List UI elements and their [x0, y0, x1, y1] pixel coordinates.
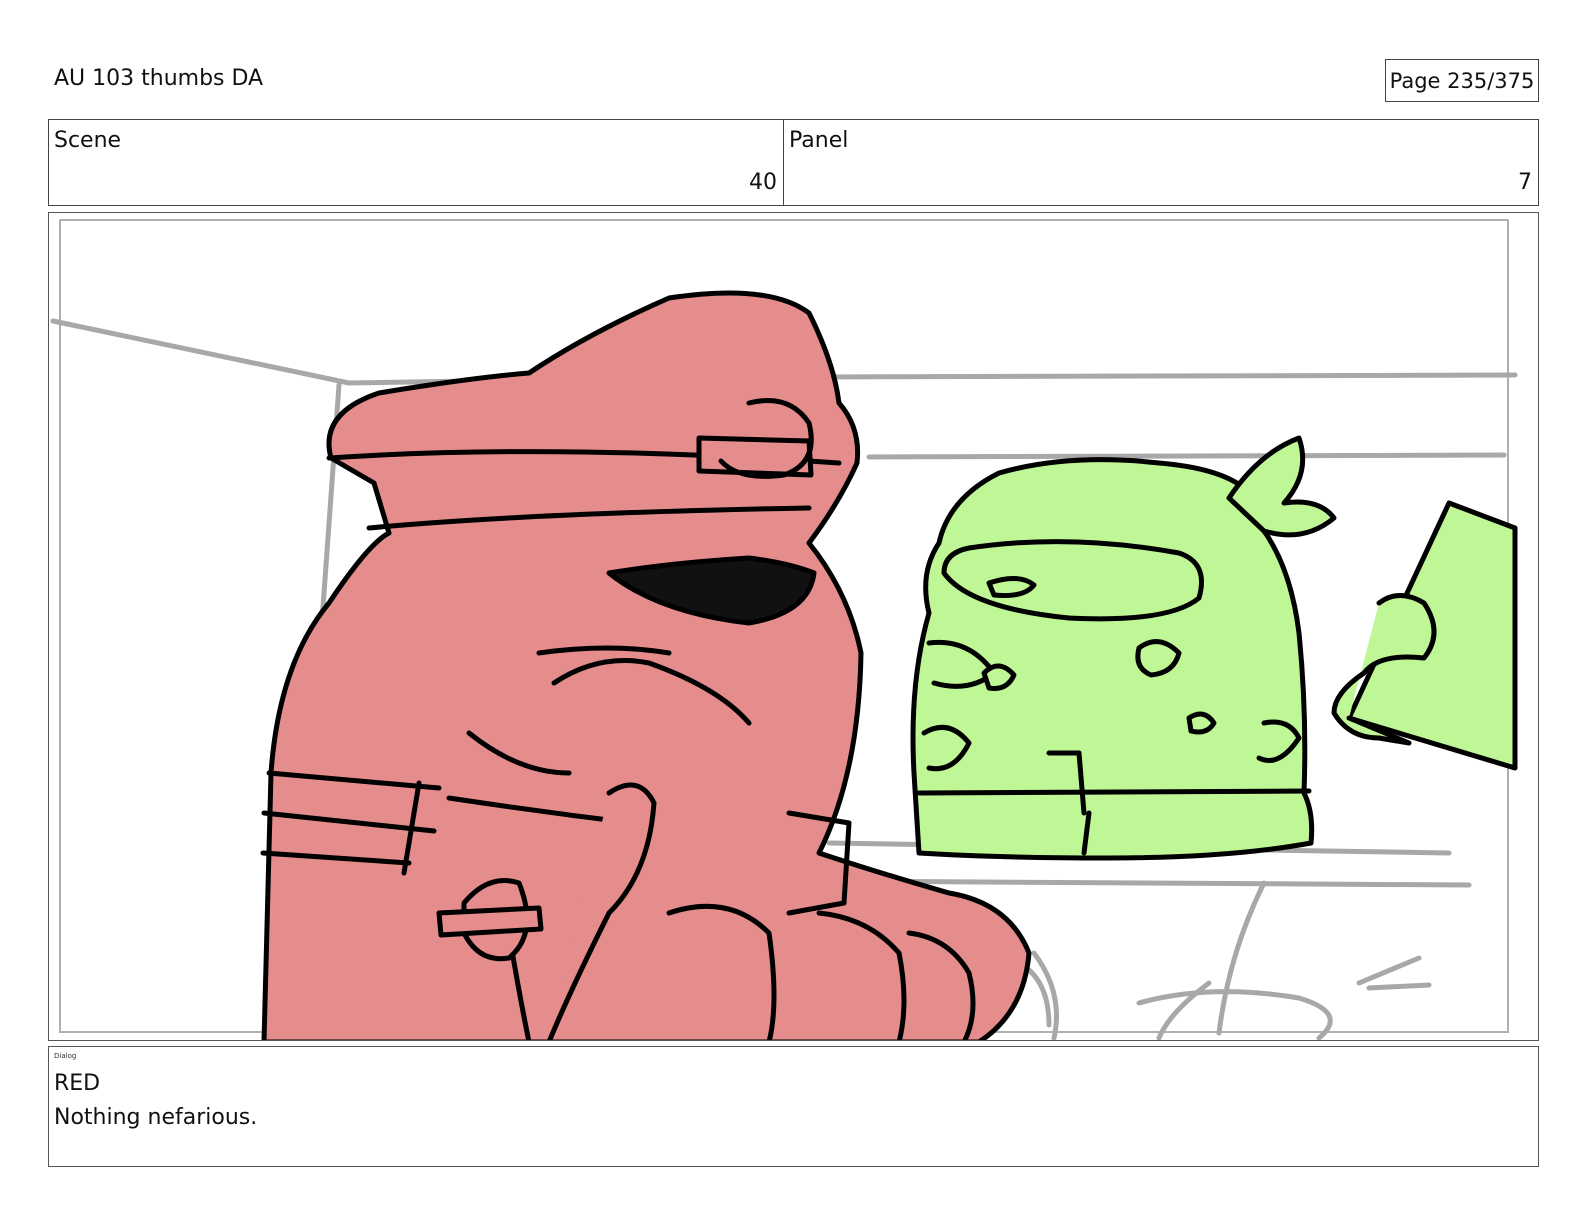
dialog-character: RED — [54, 1071, 101, 1096]
green-character — [910, 435, 1337, 861]
green-hand-sign — [1331, 500, 1518, 771]
panel-cell: Panel 7 — [784, 120, 1538, 205]
panel-drawing — [50, 219, 1518, 1040]
scene-cell: Scene 40 — [49, 120, 784, 205]
dialog-line: Nothing nefarious. — [54, 1105, 258, 1130]
scene-number: 40 — [749, 170, 777, 195]
storyboard-panel — [48, 212, 1539, 1041]
scene-panel-info: Scene 40 Panel 7 — [48, 119, 1539, 206]
red-character — [260, 290, 1032, 1040]
dialog-box: Dialog RED Nothing nefarious. — [48, 1046, 1539, 1167]
panel-label: Panel — [789, 128, 849, 153]
page-indicator: Page 235/375 — [1385, 59, 1539, 102]
scene-label: Scene — [54, 128, 122, 153]
panel-number: 7 — [1518, 170, 1532, 195]
document-title: AU 103 thumbs DA — [54, 66, 264, 91]
dialog-label: Dialog — [54, 1052, 77, 1060]
